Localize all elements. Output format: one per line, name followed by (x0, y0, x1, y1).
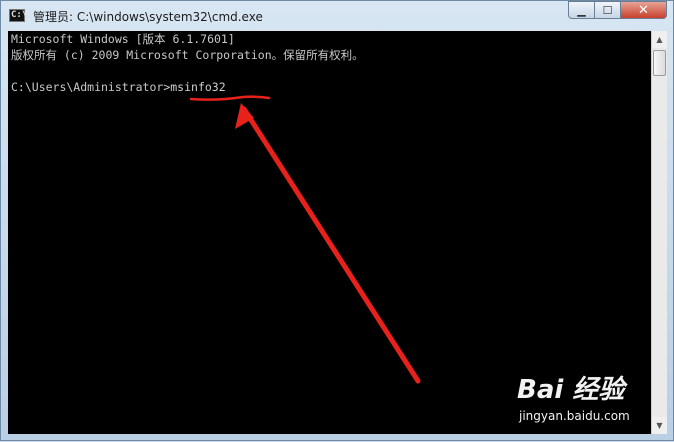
cmd-window: C:\ 管理员: C:\windows\system32\cmd.exe ▁ ☐… (0, 0, 674, 441)
close-icon: ✕ (638, 2, 649, 18)
console-prompt-line: C:\Users\Administrator>msinfo32 (11, 80, 226, 94)
minimize-icon: ▁ (577, 3, 586, 17)
console-line-copyright: 版权所有 (c) 2009 Microsoft Corporation。保留所有… (11, 48, 364, 62)
title-bar[interactable]: C:\ 管理员: C:\windows\system32\cmd.exe ▁ ☐… (1, 1, 673, 31)
window-title: 管理员: C:\windows\system32\cmd.exe (33, 10, 263, 24)
arrow-down-icon: ▼ (656, 421, 663, 430)
scroll-down-button[interactable]: ▼ (652, 417, 667, 434)
arrow-up-icon: ▲ (656, 35, 663, 44)
watermark-url: jingyan.baidu.com (519, 409, 630, 423)
window-controls: ▁ ☐ ✕ (568, 1, 667, 21)
close-button[interactable]: ✕ (621, 1, 667, 19)
maximize-icon: ☐ (602, 3, 613, 17)
baidu-jingyan-watermark: Bai 经验 jingyan.baidu.com (513, 369, 643, 429)
watermark-logo: Bai 经验 (517, 375, 625, 405)
minimize-button[interactable]: ▁ (568, 1, 595, 19)
command-prompt: C:\Users\Administrator> (11, 80, 171, 94)
console-line-version: Microsoft Windows [版本 6.1.7601] (11, 32, 235, 46)
scroll-up-button[interactable]: ▲ (652, 31, 667, 48)
scroll-thumb[interactable] (653, 50, 666, 76)
cmd-icon: C:\ (9, 9, 28, 22)
maximize-button[interactable]: ☐ (595, 1, 621, 19)
vertical-scrollbar[interactable]: ▲ ▼ (651, 31, 667, 434)
typed-command[interactable]: msinfo32 (170, 80, 225, 94)
